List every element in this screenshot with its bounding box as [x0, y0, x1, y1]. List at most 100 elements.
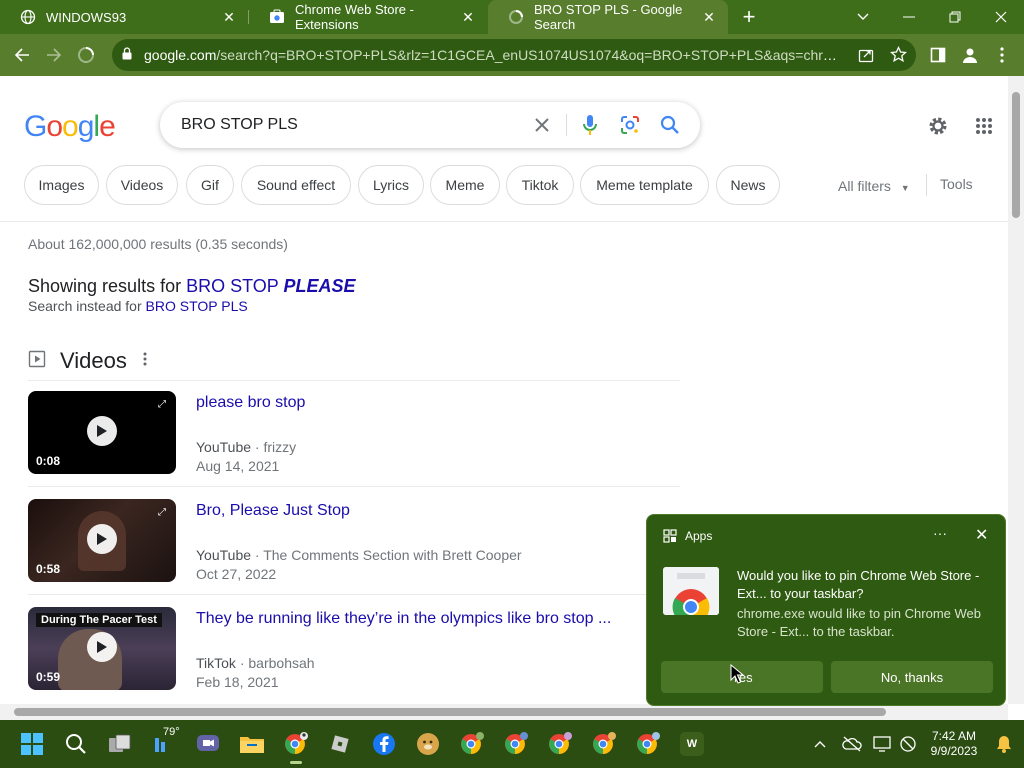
- tools-button[interactable]: Tools: [940, 176, 973, 192]
- chip-meme-template[interactable]: Meme template: [580, 165, 709, 205]
- video-source: YouTube · The Comments Section with Bret…: [196, 547, 522, 563]
- mouse-cursor: [730, 663, 745, 689]
- video-thumbnail[interactable]: During The Pacer Test 0:59: [28, 607, 176, 690]
- forward-arrow-icon[interactable]: [42, 43, 66, 67]
- horizontal-scrollbar[interactable]: [0, 704, 1008, 720]
- onedrive-offline-icon[interactable]: [836, 728, 868, 760]
- tab-title: BRO STOP PLS - Google Search: [534, 2, 683, 32]
- lens-search-icon[interactable]: [618, 113, 642, 137]
- start-windows-icon[interactable]: [16, 728, 48, 760]
- vertical-scrollbar[interactable]: [1008, 76, 1024, 704]
- doge-app-icon[interactable]: [412, 728, 444, 760]
- google-logo[interactable]: Google: [24, 110, 116, 144]
- video-thumbnail[interactable]: ⤢ 0:58: [28, 499, 176, 582]
- chrome-profile-icon[interactable]: [632, 728, 664, 760]
- search-input[interactable]: BRO STOP PLS: [181, 116, 298, 134]
- video-source: TikTok · barbohsah: [196, 655, 315, 671]
- chip-videos[interactable]: Videos: [106, 165, 178, 205]
- show-hidden-icons-chevron-icon[interactable]: [804, 728, 836, 760]
- close-tab-icon[interactable]: ✕: [220, 8, 238, 26]
- browser-menu-icon[interactable]: [990, 43, 1014, 67]
- clear-search-icon[interactable]: [530, 113, 554, 137]
- video-channel: The Comments Section with Brett Cooper: [263, 547, 522, 563]
- tab-chrome-web-store[interactable]: Chrome Web Store - Extensions ✕: [249, 0, 487, 34]
- bookmark-star-icon[interactable]: [889, 45, 908, 66]
- more-options-icon[interactable]: [143, 352, 147, 371]
- all-filters-dropdown[interactable]: All filters ▼: [838, 178, 910, 194]
- videos-section-header: Videos: [28, 346, 147, 376]
- close-window-button[interactable]: [978, 0, 1024, 34]
- vertical-scroll-thumb[interactable]: [1012, 92, 1020, 218]
- video-platform: YouTube: [196, 439, 252, 455]
- header-divider: [0, 221, 1008, 222]
- video-title-link[interactable]: please bro stop: [196, 394, 305, 412]
- side-panel-icon[interactable]: [926, 43, 950, 67]
- instead-prefix: Search instead for: [28, 298, 142, 314]
- chrome-profile-icon[interactable]: [544, 728, 576, 760]
- more-options-icon[interactable]: ···: [933, 525, 947, 541]
- video-title-link[interactable]: They be running like they’re in the olym…: [196, 610, 611, 628]
- chip-gif[interactable]: Gif: [186, 165, 234, 205]
- video-duration: 0:08: [36, 454, 61, 468]
- minimize-button[interactable]: [886, 0, 932, 34]
- expand-icon: ⤢: [158, 507, 166, 518]
- chip-sound-effect[interactable]: Sound effect: [241, 165, 351, 205]
- video-title-link[interactable]: Bro, Please Just Stop: [196, 502, 350, 520]
- loading-spinner-icon[interactable]: [74, 43, 98, 67]
- back-arrow-icon[interactable]: [10, 43, 34, 67]
- horizontal-scroll-thumb[interactable]: [14, 708, 886, 716]
- clock-date: 9/9/2023: [930, 744, 978, 758]
- network-status-icon[interactable]: [892, 728, 924, 760]
- chip-news[interactable]: News: [716, 165, 780, 205]
- search-submit-icon[interactable]: [658, 113, 682, 137]
- teams-chat-icon[interactable]: [192, 728, 224, 760]
- word-app-icon[interactable]: W: [676, 728, 708, 760]
- notification-bell-icon[interactable]: [988, 728, 1020, 760]
- share-icon[interactable]: [858, 47, 874, 66]
- lock-icon[interactable]: [122, 47, 134, 63]
- search-icon[interactable]: [60, 728, 92, 760]
- facebook-icon[interactable]: [368, 728, 400, 760]
- word-app-label: W: [680, 732, 704, 756]
- close-tab-icon[interactable]: ✕: [700, 8, 718, 26]
- new-tab-button[interactable]: +: [738, 6, 760, 28]
- windows-taskbar: 79° W 7:42 AM 9/9/2023: [0, 720, 1024, 768]
- no-thanks-button[interactable]: No, thanks: [831, 661, 993, 693]
- chip-lyrics[interactable]: Lyrics: [358, 165, 424, 205]
- tab-title: WINDOWS93: [46, 9, 127, 25]
- corrected-query-link[interactable]: BRO STOP PLEASE: [186, 276, 355, 296]
- google-apps-icon[interactable]: [972, 114, 996, 138]
- address-bar[interactable]: google.com/search?q=BRO+STOP+PLS&rlz=1C1…: [112, 39, 916, 71]
- url-host: google.com: [144, 47, 217, 63]
- chrome-profile-icon[interactable]: [456, 728, 488, 760]
- close-notification-icon[interactable]: ✕: [975, 525, 988, 545]
- chip-tiktok[interactable]: Tiktok: [506, 165, 574, 205]
- tab-windows93[interactable]: WINDOWS93 ✕: [0, 0, 248, 34]
- restore-button[interactable]: [932, 0, 978, 34]
- video-thumbnail[interactable]: ⤢ 0:08: [28, 391, 176, 474]
- browser-toolbar: google.com/search?q=BRO+STOP+PLS&rlz=1C1…: [0, 34, 1024, 76]
- url-text[interactable]: google.com/search?q=BRO+STOP+PLS&rlz=1C1…: [144, 47, 844, 63]
- video-date: Aug 14, 2021: [196, 458, 280, 474]
- chip-meme[interactable]: Meme: [430, 165, 500, 205]
- voice-search-icon[interactable]: [578, 113, 602, 137]
- tab-search-chevron-icon[interactable]: [840, 0, 886, 34]
- chrome-profile-icon[interactable]: [280, 728, 312, 764]
- profile-icon[interactable]: [958, 43, 982, 67]
- all-filters-label: All filters: [838, 178, 891, 194]
- video-duration: 0:59: [36, 670, 61, 684]
- tab-google-search[interactable]: BRO STOP PLS - Google Search ✕: [488, 0, 728, 34]
- chrome-profile-icon[interactable]: [588, 728, 620, 760]
- task-view-icon[interactable]: [104, 728, 136, 760]
- chrome-profile-icon[interactable]: [500, 728, 532, 760]
- original-query-link[interactable]: BRO STOP PLS: [146, 298, 248, 314]
- close-tab-icon[interactable]: ✕: [459, 8, 477, 26]
- settings-gear-icon[interactable]: [926, 114, 950, 138]
- chip-images[interactable]: Images: [24, 165, 99, 205]
- system-clock[interactable]: 7:42 AM 9/9/2023: [924, 729, 984, 759]
- file-explorer-icon[interactable]: [236, 728, 268, 760]
- search-box[interactable]: BRO STOP PLS: [160, 102, 700, 148]
- pin-to-taskbar-notification: Apps ··· ✕ Would you like to pin Chrome …: [646, 514, 1006, 706]
- roblox-icon[interactable]: [324, 728, 356, 760]
- video-duration: 0:58: [36, 562, 61, 576]
